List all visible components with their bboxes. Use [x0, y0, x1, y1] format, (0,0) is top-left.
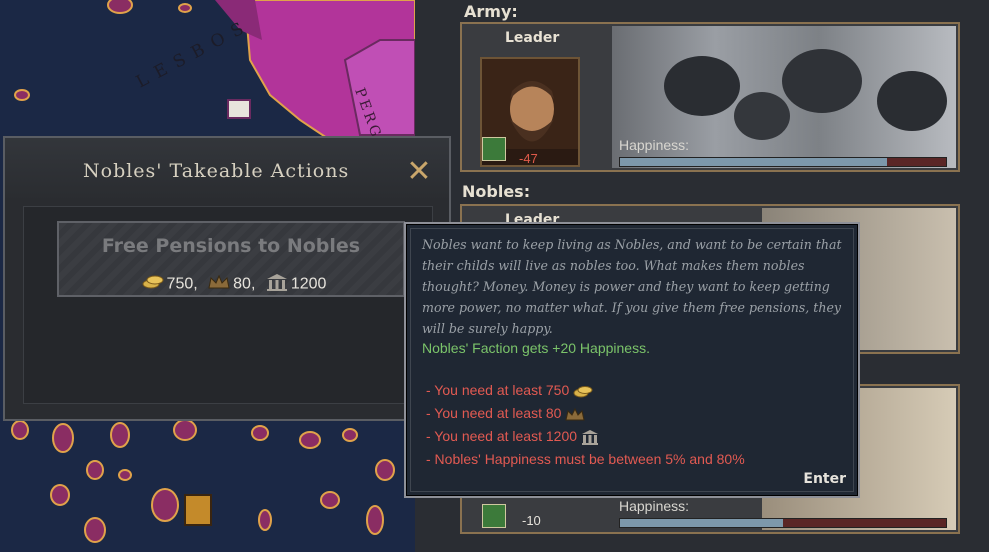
map-banner-icon — [184, 494, 212, 526]
temple-icon — [581, 428, 599, 446]
army-title: Army: — [464, 2, 518, 21]
requirement-happiness: - Nobles' Happiness must be between 5% a… — [426, 451, 745, 467]
requirement-happiness-text: - Nobles' Happiness must be between 5% a… — [426, 451, 745, 467]
map-city-icon — [227, 99, 251, 119]
tooltip-description: Nobles want to keep living as Nobles, an… — [422, 237, 842, 336]
crown-icon — [565, 405, 585, 421]
army-happiness-bar — [619, 157, 947, 167]
requirement-gold-text: - You need at least 750 — [426, 382, 570, 398]
army-happiness-label: Happiness: — [619, 137, 690, 153]
coins-icon — [142, 275, 164, 294]
free-pensions-button[interactable]: Free Pensions to Nobles 750, 80, 1200 — [57, 221, 405, 297]
third-happiness-bar — [619, 518, 947, 528]
requirement-influence-text: - You need at least 80 — [426, 405, 562, 421]
action-tooltip: Nobles want to keep living as Nobles, an… — [404, 222, 860, 498]
army-happiness-fill — [620, 158, 888, 166]
tooltip-effect: Nobles' Faction gets +20 Happiness. — [422, 340, 650, 356]
third-happiness-label: Happiness: — [619, 498, 690, 514]
third-happiness-fill — [620, 519, 783, 527]
cost-gold: 750, — [166, 275, 198, 293]
army-leader-label: Leader — [505, 30, 560, 46]
requirement-gold: - You need at least 750 — [426, 382, 593, 398]
requirement-influence: - You need at least 80 — [426, 405, 585, 421]
requirement-civic: - You need at least 1200 — [426, 428, 599, 446]
third-leader-trait-icon[interactable] — [482, 504, 506, 528]
nobles-title: Nobles: — [462, 182, 531, 201]
cost-civic: 1200 — [290, 275, 327, 293]
enter-button[interactable]: Enter — [803, 471, 846, 487]
coins-icon — [573, 382, 593, 398]
action-costs: 750, 80, 1200 — [59, 273, 403, 296]
action-name: Free Pensions to Nobles — [101, 235, 361, 257]
cost-influence: 80, — [233, 275, 256, 293]
close-icon[interactable]: ✕ — [405, 157, 433, 187]
crown-icon — [208, 274, 230, 294]
army-leader-trait-icon[interactable] — [482, 137, 506, 161]
actions-window-title: Nobles' Takeable Actions — [83, 160, 350, 182]
nobles-actions-window: Nobles' Takeable Actions ✕ Free Pensions… — [3, 136, 451, 421]
third-leader-modifier: -10 — [522, 513, 541, 528]
requirement-civic-text: - You need at least 1200 — [426, 428, 578, 444]
army-leader-modifier: -47 — [519, 151, 538, 166]
temple-icon — [266, 273, 288, 296]
army-card[interactable]: Leader -47 Happiness: — [460, 22, 960, 172]
actions-list: Free Pensions to Nobles 750, 80, 1200 — [23, 206, 433, 404]
